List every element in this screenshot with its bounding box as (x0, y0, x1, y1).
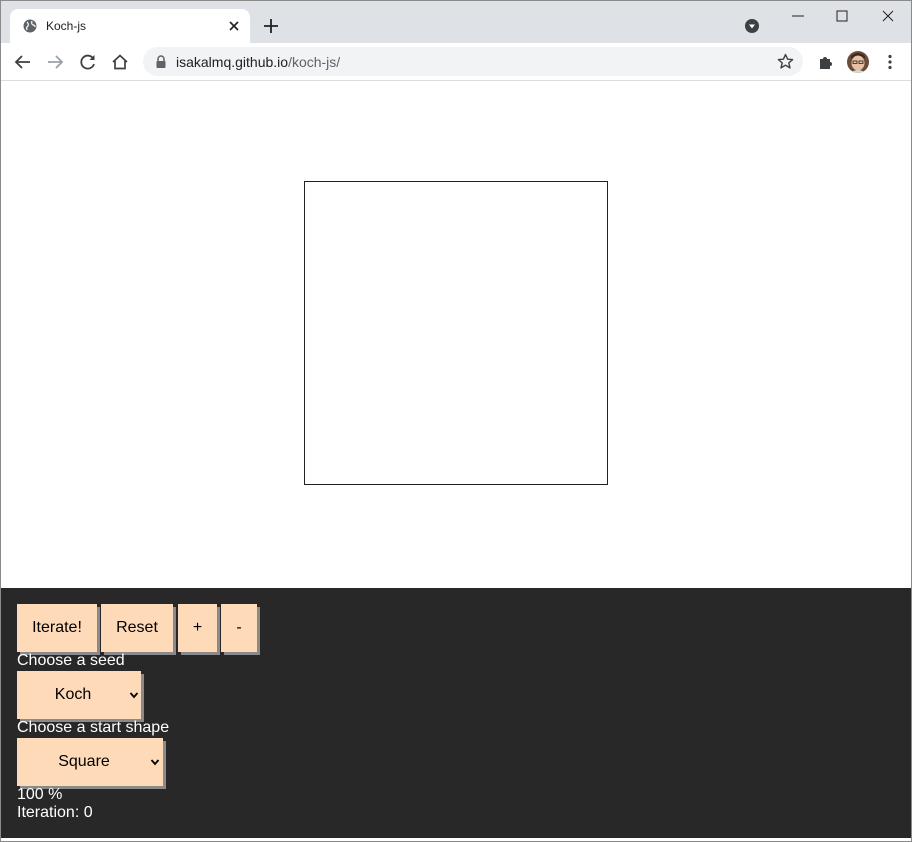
start-shape-label: Choose a start shape (17, 719, 170, 736)
iterate-button[interactable]: Iterate! (17, 604, 97, 652)
back-arrow-icon[interactable] (14, 53, 32, 71)
seed-select-value: Koch (54, 686, 92, 703)
page-content: Iterate! Reset + - Choose a seed Koch Ch… (1, 81, 911, 841)
minimize-icon[interactable] (789, 7, 807, 25)
start-shape-select-value: Square (58, 753, 110, 770)
zoom-in-button[interactable]: + (178, 604, 217, 652)
forward-arrow-icon[interactable] (46, 53, 64, 71)
seed-label: Choose a seed (17, 652, 125, 669)
zoom-level-text: 100 % (17, 786, 63, 803)
chevron-down-icon (150, 759, 160, 766)
iteration-count-text: Iteration: 0 (17, 804, 93, 821)
control-panel: Iterate! Reset + - Choose a seed Koch Ch… (1, 588, 911, 838)
url-path: /koch-js/ (288, 54, 341, 70)
new-tab-icon[interactable] (263, 18, 279, 34)
chrome-menu-icon[interactable] (881, 53, 899, 71)
chevron-down-icon (129, 692, 139, 699)
lock-icon[interactable] (155, 55, 167, 68)
close-window-icon[interactable] (879, 7, 897, 25)
address-bar[interactable]: isakalmq.github.io/koch-js/ (143, 47, 803, 76)
fractal-shape (305, 182, 607, 484)
zoom-out-button[interactable]: - (221, 604, 257, 652)
url-host: isakalmq.github.io (176, 54, 289, 70)
globe-icon (23, 19, 37, 33)
profile-avatar[interactable] (847, 51, 869, 73)
fractal-canvas[interactable] (304, 181, 608, 485)
browser-toolbar: isakalmq.github.io/koch-js/ (1, 43, 911, 81)
tab-search-icon[interactable] (745, 19, 759, 33)
maximize-icon[interactable] (833, 7, 851, 25)
tab-strip: Koch-js (1, 1, 911, 43)
seed-select[interactable]: Koch (17, 671, 141, 719)
home-icon[interactable] (111, 53, 129, 71)
avatar-image (847, 51, 869, 73)
bookmark-star-icon[interactable] (777, 53, 794, 70)
reset-button[interactable]: Reset (101, 604, 173, 652)
close-tab-icon[interactable] (226, 18, 242, 34)
extensions-puzzle-icon[interactable] (817, 53, 835, 71)
tab-koch-js[interactable]: Koch-js (10, 9, 250, 43)
tab-title: Koch-js (46, 19, 87, 33)
url-text: isakalmq.github.io/koch-js/ (176, 54, 340, 70)
browser-window: Koch-js isakalmq.github.io/koch-js/ Iter… (0, 0, 912, 842)
start-shape-select[interactable]: Square (17, 738, 163, 786)
reload-icon[interactable] (79, 53, 97, 71)
